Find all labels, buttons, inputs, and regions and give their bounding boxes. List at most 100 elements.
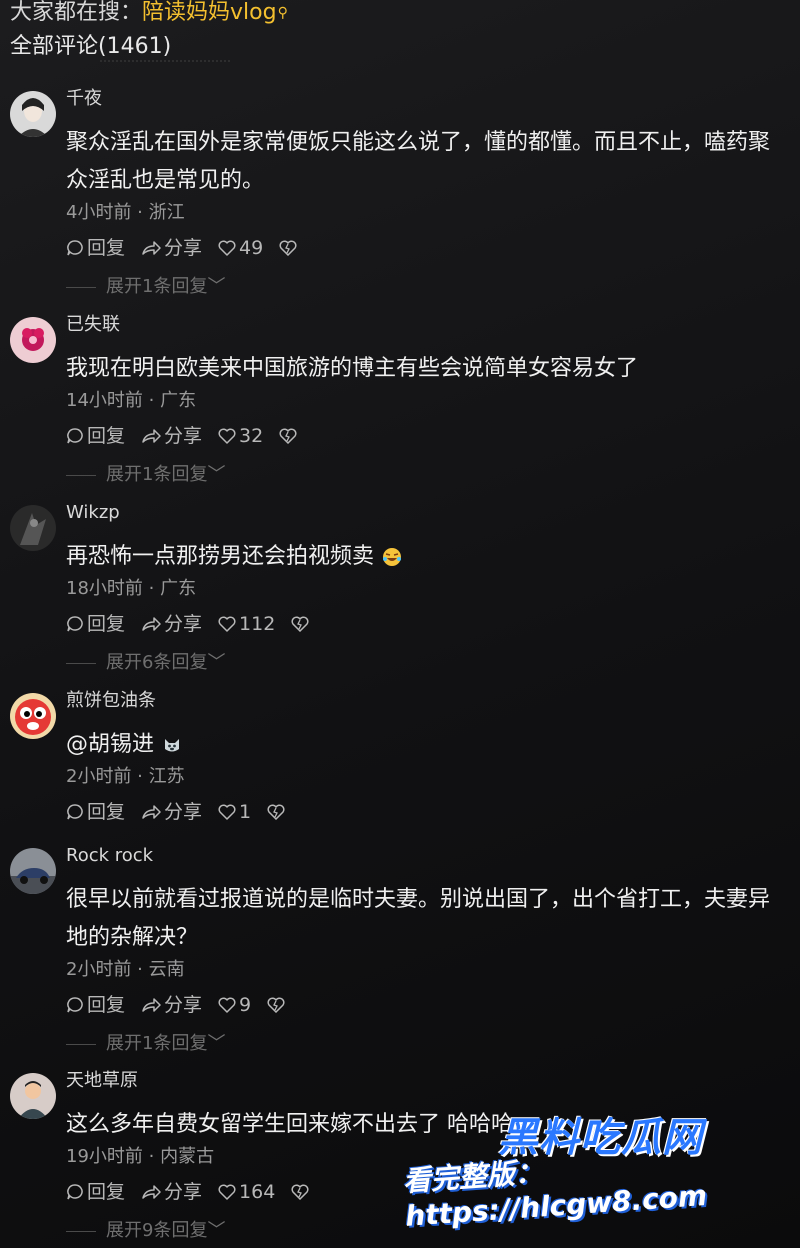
reply-button[interactable]: 回复 — [66, 800, 125, 824]
like-button[interactable]: 1 — [218, 800, 251, 824]
dislike-button[interactable] — [279, 428, 300, 444]
share-button[interactable]: 分享 — [141, 993, 202, 1017]
expand-replies-label: 展开1条回复 — [106, 464, 208, 485]
comment-meta: 19小时前 · 内蒙古 — [66, 1146, 215, 1167]
chevron-down-icon: ﹀ — [207, 276, 226, 297]
like-count: 9 — [239, 994, 252, 1016]
divider-line — [66, 1230, 96, 1232]
reply-button[interactable]: 回复 — [66, 1180, 125, 1204]
hot-search-prefix: 大家都在搜： — [10, 0, 143, 25]
comment-text-content[interactable]: @胡锡进 — [66, 732, 154, 757]
comment-meta: 2小时前 · 江苏 — [66, 766, 185, 787]
comment-username[interactable]: 千夜 — [66, 88, 102, 110]
share-arrow-icon — [142, 241, 161, 255]
share-label: 分享 — [164, 237, 203, 259]
reply-label: 回复 — [87, 801, 126, 823]
reply-button[interactable]: 回复 — [66, 612, 125, 636]
heart-icon — [218, 1184, 236, 1200]
hot-search-line[interactable]: 大家都在搜：陪读妈妈vlog⚲ — [10, 0, 288, 26]
comment-actions: 回复 分享 49 — [66, 236, 316, 260]
comment-username[interactable]: 煎饼包油条 — [66, 690, 156, 712]
like-button[interactable]: 164 — [218, 1180, 275, 1204]
comment-bubble-icon — [67, 428, 83, 444]
comment-username[interactable]: 已失联 — [66, 314, 120, 336]
chevron-down-icon: ﹀ — [207, 652, 226, 673]
reply-button[interactable]: 回复 — [66, 236, 125, 260]
divider-line — [66, 474, 96, 476]
dislike-button[interactable] — [267, 997, 288, 1013]
comment-bubble-icon — [67, 804, 83, 820]
share-label: 分享 — [164, 425, 203, 447]
expand-replies[interactable]: 展开1条回复 ﹀ — [66, 464, 225, 486]
reply-label: 回复 — [87, 1181, 126, 1203]
expand-replies[interactable]: 展开1条回复 ﹀ — [66, 1033, 225, 1055]
share-label: 分享 — [164, 994, 203, 1016]
hot-search-term[interactable]: 陪读妈妈vlog — [142, 0, 277, 25]
comment-bubble-icon — [67, 240, 83, 256]
comment-bubble-icon — [67, 1184, 83, 1200]
like-button[interactable]: 32 — [218, 424, 263, 448]
share-button[interactable]: 分享 — [141, 424, 202, 448]
comment-text-content: 再恐怖一点那捞男还会拍视频卖 — [66, 544, 375, 569]
chevron-down-icon: ﹀ — [207, 1033, 226, 1054]
comment-text: @胡锡进 — [66, 726, 786, 764]
share-arrow-icon — [142, 805, 161, 819]
comment-bubble-icon — [67, 616, 83, 632]
share-arrow-icon — [142, 429, 161, 443]
avatar[interactable] — [10, 1073, 56, 1119]
avatar[interactable] — [10, 317, 56, 363]
share-button[interactable]: 分享 — [141, 612, 202, 636]
like-button[interactable]: 49 — [218, 236, 263, 260]
comment-username[interactable]: Wikzp — [66, 502, 120, 524]
like-button[interactable]: 9 — [218, 993, 251, 1017]
comment-meta: 2小时前 · 云南 — [66, 959, 185, 980]
share-arrow-icon — [142, 617, 161, 631]
dog-face-emoji-icon — [165, 739, 180, 752]
comment-meta: 18小时前 · 广东 — [66, 578, 197, 599]
broken-heart-icon — [279, 428, 297, 444]
reply-button[interactable]: 回复 — [66, 424, 125, 448]
comment-text: 很早以前就看过报道说的是临时夫妻。别说出国了，出个省打工，夫妻异地的杂解决？ — [66, 887, 771, 950]
comment-meta: 14小时前 · 广东 — [66, 390, 197, 411]
like-count: 164 — [239, 1181, 276, 1203]
comment-actions: 回复 分享 32 — [66, 424, 316, 448]
search-icon[interactable]: ⚲ — [278, 0, 288, 26]
like-count: 1 — [239, 801, 252, 823]
comments-count-title: 全部评论(1461) — [10, 34, 172, 59]
share-button[interactable]: 分享 — [141, 800, 202, 824]
share-button[interactable]: 分享 — [141, 1180, 202, 1204]
broken-heart-icon — [291, 1184, 309, 1200]
comment-text: 再恐怖一点那捞男还会拍视频卖 — [66, 538, 786, 576]
broken-heart-icon — [267, 804, 285, 820]
comment-meta: 4小时前 · 浙江 — [66, 202, 185, 223]
comment-username[interactable]: 天地草原 — [66, 1070, 138, 1092]
expand-replies-label: 展开6条回复 — [106, 652, 208, 673]
expand-replies-label: 展开1条回复 — [106, 1033, 208, 1054]
share-label: 分享 — [164, 801, 203, 823]
comment-username[interactable]: Rock rock — [66, 845, 153, 867]
avatar[interactable] — [10, 91, 56, 137]
like-button[interactable]: 112 — [218, 612, 275, 636]
reply-button[interactable]: 回复 — [66, 993, 125, 1017]
dislike-button[interactable] — [279, 240, 300, 256]
expand-replies[interactable]: 展开9条回复 ﹀ — [66, 1220, 225, 1242]
expand-replies-label: 展开1条回复 — [106, 276, 208, 297]
expand-replies[interactable]: 展开1条回复 ﹀ — [66, 276, 225, 298]
comment-actions: 回复 分享 1 — [66, 800, 304, 824]
divider-line — [66, 662, 96, 664]
expand-replies[interactable]: 展开6条回复 ﹀ — [66, 652, 225, 674]
avatar[interactable] — [10, 848, 56, 894]
reply-label: 回复 — [87, 994, 126, 1016]
share-arrow-icon — [142, 998, 161, 1012]
heart-icon — [218, 240, 236, 256]
dislike-button[interactable] — [291, 616, 312, 632]
broken-heart-icon — [291, 616, 309, 632]
avatar[interactable] — [10, 693, 56, 739]
dislike-button[interactable] — [291, 1184, 312, 1200]
like-count: 32 — [239, 425, 264, 447]
share-label: 分享 — [164, 1181, 203, 1203]
share-button[interactable]: 分享 — [141, 236, 202, 260]
dislike-button[interactable] — [267, 804, 288, 820]
like-count: 112 — [239, 613, 276, 635]
avatar[interactable] — [10, 505, 56, 551]
